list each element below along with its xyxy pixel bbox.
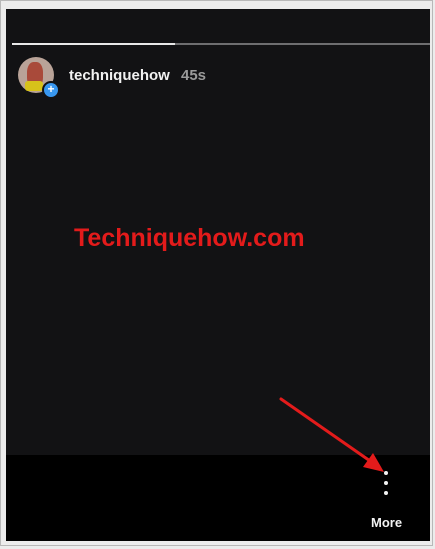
screenshot-frame: + techniquehow 45s Techniquehow.com More <box>0 0 433 546</box>
annotation-arrow-icon <box>279 397 384 472</box>
